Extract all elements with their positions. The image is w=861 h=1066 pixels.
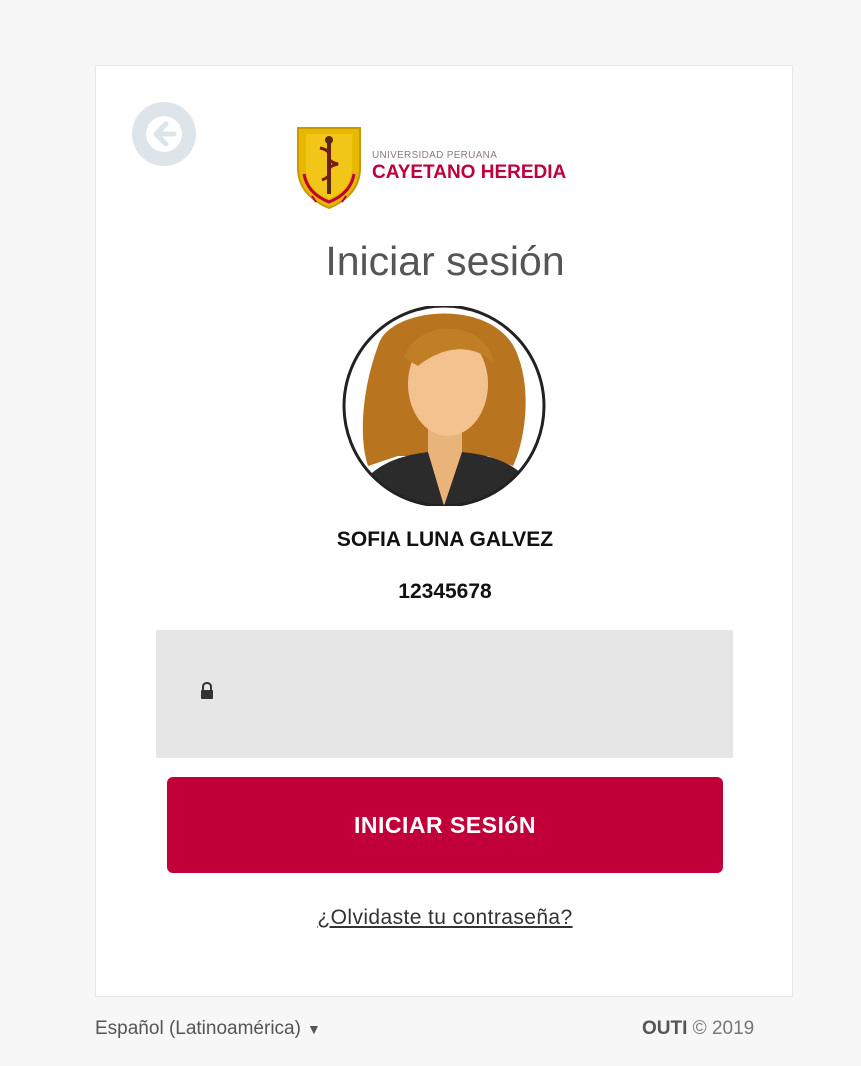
caret-down-icon: ▼ [306, 1021, 321, 1037]
language-selector[interactable]: Español (Latinoamérica) ▼ [95, 1018, 321, 1040]
user-avatar-icon [342, 304, 546, 508]
user-id: 12345678 [398, 580, 492, 603]
user-name: SOFIA LUNA GALVEZ [336, 528, 554, 551]
password-input[interactable] [236, 670, 710, 720]
copyright-text: © 2019 [692, 1018, 755, 1039]
lock-icon [201, 682, 213, 699]
logo-text-line2: CAYETANO HEREDIA [372, 162, 567, 183]
password-field[interactable] [156, 630, 733, 758]
language-label: Español (Latinoamérica) [95, 1018, 301, 1039]
university-logo: UNIVERSIDAD PERUANA CAYETANO HEREDIA [294, 124, 604, 210]
university-shield-icon [297, 127, 361, 210]
page-title: Iniciar sesión [325, 238, 565, 284]
arrow-left-icon [146, 116, 182, 152]
back-button[interactable] [132, 102, 196, 166]
avatar [338, 304, 550, 508]
footer-brand: OUTI [642, 1018, 688, 1039]
login-button[interactable]: INICIAR SESIóN [167, 777, 723, 873]
footer-copyright: OUTI © 2019 [642, 1018, 754, 1040]
logo-text-line1: UNIVERSIDAD PERUANA [372, 150, 498, 161]
forgot-password-link[interactable]: ¿Olvidaste tu contraseña? [96, 906, 794, 930]
login-card: UNIVERSIDAD PERUANA CAYETANO HEREDIA Ini… [95, 65, 793, 997]
